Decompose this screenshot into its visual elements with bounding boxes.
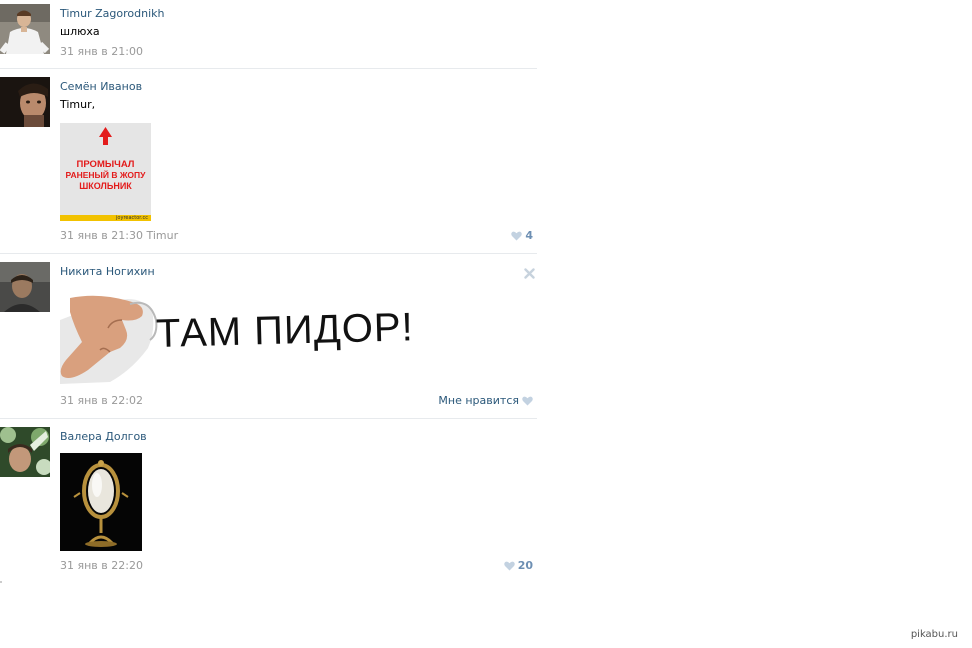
like-label: Мне нравится [438, 394, 519, 407]
close-icon[interactable] [524, 268, 535, 279]
like-button[interactable]: Мне нравится [438, 394, 533, 408]
like-count: 4 [525, 229, 533, 242]
image-text-line: РАНЕНЫЙ В ЖОПУ [65, 170, 146, 180]
watermark: pikabu.ru [910, 629, 958, 640]
comment-date[interactable]: 31 янв в 22:02 [60, 394, 143, 408]
comment-author[interactable]: Валера Долгов [60, 430, 147, 444]
avatar[interactable] [0, 77, 50, 127]
attached-image[interactable]: ПРОМЫЧАЛ РАНЕНЫЙ В ЖОПУ ШКОЛЬНИК joyreac… [60, 123, 151, 221]
comment-text: шлюха [60, 25, 100, 38]
divider [0, 68, 537, 69]
attached-image[interactable] [60, 453, 142, 551]
avatar[interactable] [0, 4, 50, 54]
like-button[interactable]: 20 [503, 559, 533, 573]
comment-author[interactable]: Timur Zagorodnikh [60, 7, 165, 21]
comment-author[interactable]: Семён Иванов [60, 80, 142, 94]
heart-icon [503, 561, 515, 571]
comment-author[interactable]: Никита Ногихин [60, 265, 155, 279]
reply-to-link[interactable]: Timur [146, 229, 178, 242]
image-text-line: ПРОМЫЧАЛ [76, 159, 135, 170]
mirror-icon [60, 453, 142, 551]
image-caption: ТАМ ПИДОР! [155, 305, 415, 356]
comment-text: Timur, [60, 98, 96, 111]
comment-date[interactable]: 31 янв в 22:20 [60, 559, 143, 573]
image-source: joyreactor.cc [116, 215, 148, 221]
comment-4: Валера Долгов 31 янв в 22:20 20 [0, 427, 537, 577]
comment-date[interactable]: 31 янв в 21:00 [60, 45, 143, 59]
divider [0, 418, 537, 419]
heart-icon [522, 396, 533, 406]
comment-3: Никита Ногихин ТАМ ПИДОР! 31 янв в 22:02… [0, 262, 537, 412]
comment-2: Семён Иванов Timur, ПРОМЫЧАЛ РАНЕНЫЙ В Ж… [0, 77, 537, 247]
scroll-marker [0, 581, 2, 583]
comment-date-link[interactable]: 31 янв в 21:30 [60, 229, 143, 242]
avatar[interactable] [0, 262, 50, 312]
pointing-hand-icon [60, 295, 158, 384]
divider [0, 253, 537, 254]
like-button[interactable]: 4 [511, 229, 533, 243]
comment-1: Timur Zagorodnikh шлюха 31 янв в 21:00 [0, 4, 537, 64]
attached-image[interactable]: ТАМ ПИДОР! [60, 290, 420, 384]
image-text-line: ШКОЛЬНИК [79, 181, 132, 191]
like-count: 20 [517, 559, 533, 572]
avatar[interactable] [0, 427, 50, 477]
comment-date: 31 янв в 21:30 Timur [60, 229, 178, 243]
heart-icon [511, 231, 523, 241]
